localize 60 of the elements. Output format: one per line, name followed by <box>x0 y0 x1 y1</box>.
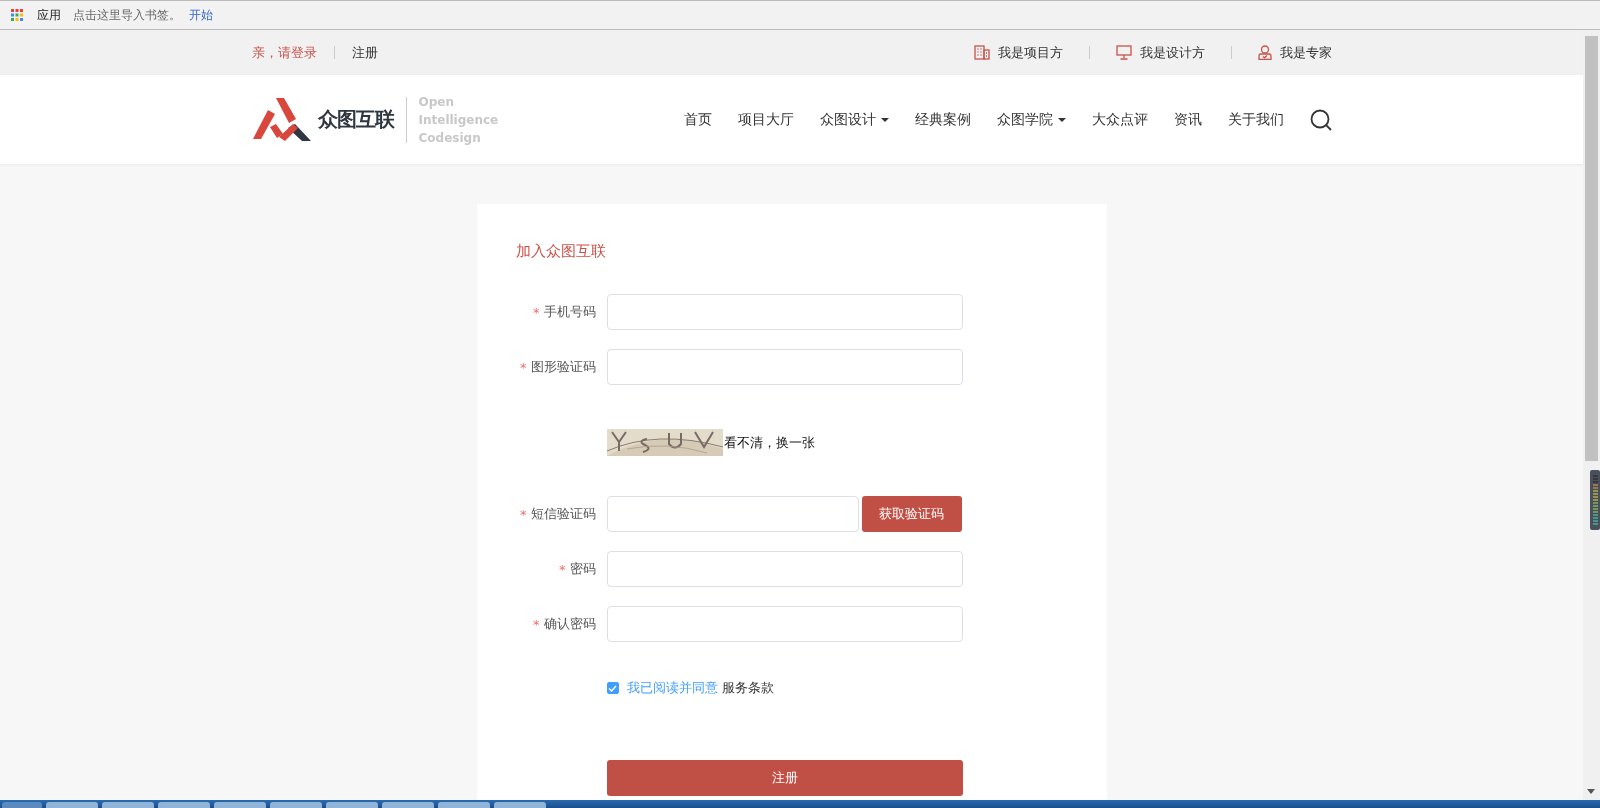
taskbar-app[interactable] <box>158 802 210 808</box>
field-label: 确认密码 <box>543 615 596 633</box>
nav-item[interactable]: 资讯 <box>1173 110 1202 129</box>
role-link[interactable]: 我是设计方 <box>1139 43 1205 62</box>
logo-name: 众图互联 <box>317 106 394 133</box>
field-label: 短信验证码 <box>530 505 596 523</box>
apps-link[interactable]: 应用 <box>37 6 61 24</box>
scrollbar[interactable] <box>1583 30 1600 800</box>
input-field[interactable] <box>606 496 859 532</box>
building-icon <box>973 45 990 60</box>
caret-icon <box>1057 117 1066 122</box>
nav-item[interactable]: 众图学院 <box>996 110 1066 129</box>
scrollbar-thumb[interactable] <box>1585 36 1598 461</box>
caret-icon <box>880 117 889 122</box>
scroll-down-icon[interactable] <box>1587 789 1595 794</box>
taskbar-app[interactable] <box>326 802 378 808</box>
form-title: 加入众图互联 <box>515 242 607 261</box>
input-field[interactable] <box>606 606 963 642</box>
nav-item[interactable]: 首页 <box>683 110 712 129</box>
taskbar-app[interactable] <box>494 802 546 808</box>
required-mark: * <box>559 561 566 577</box>
nav-item[interactable]: 大众点评 <box>1091 110 1148 129</box>
input-field[interactable] <box>606 294 963 330</box>
apps-grid-icon[interactable] <box>11 9 23 21</box>
taskbar-app[interactable] <box>102 802 154 808</box>
register-link[interactable]: 注册 <box>351 43 378 62</box>
start-button[interactable] <box>2 802 42 808</box>
field-label: 手机号码 <box>543 303 596 321</box>
nav-item[interactable]: 项目大厅 <box>737 110 794 129</box>
login-link[interactable]: 亲，请登录 <box>251 43 317 62</box>
search-icon[interactable] <box>1309 108 1332 131</box>
role-link[interactable]: 我是专家 <box>1279 43 1332 62</box>
monitor-icon <box>1115 45 1132 60</box>
register-button[interactable]: 注册 <box>606 760 963 796</box>
required-mark: * <box>520 506 527 522</box>
taskbar-app[interactable] <box>270 802 322 808</box>
input-field[interactable] <box>606 551 963 587</box>
input-field[interactable] <box>606 349 963 385</box>
get-code-button[interactable]: 获取验证码 <box>861 496 962 532</box>
terms-link[interactable]: 服务条款 <box>721 679 774 697</box>
refresh-captcha-link[interactable]: 看不清，换一张 <box>723 433 815 452</box>
taskbar-app[interactable] <box>382 802 434 808</box>
agree-checkbox[interactable] <box>606 682 619 694</box>
taskbar-app[interactable] <box>214 802 266 808</box>
role-link[interactable]: 我是项目方 <box>997 43 1063 62</box>
nav-item[interactable]: 经典案例 <box>914 110 971 129</box>
field-label: 密码 <box>569 560 596 578</box>
nav-item[interactable]: 关于我们 <box>1227 110 1284 129</box>
required-mark: * <box>533 304 540 320</box>
field-label: 图形验证码 <box>530 358 596 376</box>
logo-icon <box>251 96 312 143</box>
bookmarks-hint: 点击这里导入书签。 <box>73 6 181 24</box>
required-mark: * <box>533 616 540 632</box>
volume-meter-drawing <box>1590 470 1600 530</box>
required-mark: * <box>520 359 527 375</box>
taskbar-app[interactable] <box>46 802 98 808</box>
taskbar-app[interactable] <box>438 802 490 808</box>
nav-item[interactable]: 众图设计 <box>819 110 889 129</box>
user-icon <box>1257 45 1272 60</box>
start-link[interactable]: 开始 <box>189 6 213 24</box>
